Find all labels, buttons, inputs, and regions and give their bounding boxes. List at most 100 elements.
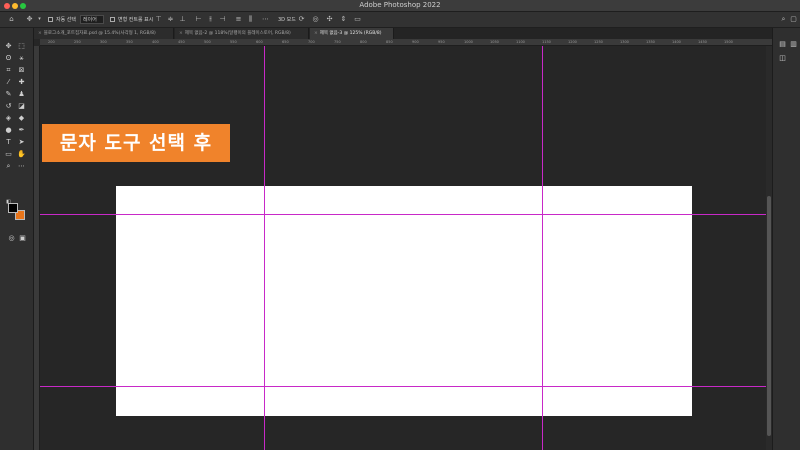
document-canvas[interactable] <box>116 186 692 416</box>
close-tab-icon[interactable]: × <box>38 31 42 36</box>
workspace-icon[interactable]: ▢ <box>790 16 797 23</box>
tab-label: 제목 없음-2 @ 118%(달팽이의 플레이스토어, RGB/8) <box>184 31 291 36</box>
pen-tool-icon[interactable]: ✒ <box>17 126 26 135</box>
ruler-tick-label: 200 <box>48 40 55 44</box>
auto-select-label: 자동 선택 <box>56 17 76 23</box>
document-tabs: × 블로그소개_포트집자료.psd @ 15.4%(사각형 1, RGB/8) ×… <box>34 28 772 39</box>
options-bar: ⌂ ✥ ▾ 자동 선택 레이어 변형 컨트롤 표시 ⊤ ≑ ⊥ ⊢ ⫲ ⊣ ≡ … <box>0 12 800 28</box>
auto-select-checkbox[interactable] <box>48 17 53 22</box>
screen-mode-icon[interactable]: ▣ <box>18 234 27 243</box>
tab-label: 제목 없음-3 @ 125% (RGB/8) <box>319 31 382 36</box>
show-transform-checkbox[interactable] <box>110 17 115 22</box>
vertical-guide[interactable] <box>264 46 265 450</box>
align-bottom-icon[interactable]: ⊥ <box>179 16 186 23</box>
dodge-tool-icon[interactable]: ● <box>4 126 13 135</box>
horizontal-guide[interactable] <box>40 214 772 215</box>
ruler-tick-label: 1050 <box>490 40 499 44</box>
search-icon[interactable]: ⌕ <box>780 16 787 23</box>
tab-document-3[interactable]: × 제목 없음-3 @ 125% (RGB/8) <box>310 28 394 39</box>
align-right-icon[interactable]: ⊣ <box>219 16 226 23</box>
eraser-tool-icon[interactable]: ◪ <box>17 102 26 111</box>
ruler-tick-label: 850 <box>386 40 393 44</box>
ruler-tick-label: 1000 <box>464 40 473 44</box>
close-tab-icon[interactable]: × <box>314 31 318 36</box>
tutorial-caption: 문자 도구 선택 후 <box>42 124 230 162</box>
ruler-tick-label: 250 <box>74 40 81 44</box>
title-bar: Adobe Photoshop 2022 <box>0 0 800 12</box>
ruler-tick-label: 1100 <box>516 40 525 44</box>
ruler-tick-label: 1150 <box>542 40 551 44</box>
paint-bucket-tool-icon[interactable]: ◈ <box>4 114 13 123</box>
window-title: Adobe Photoshop 2022 <box>359 1 441 9</box>
lasso-tool-icon[interactable]: ʘ <box>4 54 13 63</box>
distribute-horizontal-icon[interactable]: ⫼ <box>247 16 254 23</box>
layers-panel-icon[interactable]: ◫ <box>778 54 787 63</box>
show-transform-label: 변형 컨트롤 표시 <box>118 17 154 23</box>
history-panel-icon[interactable]: ▤ <box>778 40 787 49</box>
spot-healing-tool-icon[interactable]: ✚ <box>17 78 26 87</box>
vertical-guide[interactable] <box>542 46 543 450</box>
frame-tool-icon[interactable]: ⊠ <box>17 66 26 75</box>
mode-3d-label: 3D 모드 <box>278 17 296 23</box>
magic-wand-tool-icon[interactable]: ⚹ <box>17 54 26 63</box>
path-selection-tool-icon[interactable]: ➤ <box>17 138 26 147</box>
distribute-icon[interactable]: ≡ <box>235 16 242 23</box>
3d-rotate-icon[interactable]: ⟳ <box>298 16 305 23</box>
horizontal-guide[interactable] <box>40 386 772 387</box>
ruler-tick-label: 700 <box>308 40 315 44</box>
move-tool-icon[interactable]: ✥ <box>26 16 33 23</box>
align-left-icon[interactable]: ⊢ <box>195 16 202 23</box>
align-horizontal-center-icon[interactable]: ⫲ <box>207 16 214 23</box>
ruler-tick-label: 900 <box>412 40 419 44</box>
3d-roll-icon[interactable]: ◎ <box>312 16 319 23</box>
more-tools-icon[interactable]: ⋯ <box>17 162 26 171</box>
photoshop-window: Adobe Photoshop 2022 ⌂ ✥ ▾ 자동 선택 레이어 변형 … <box>0 0 800 450</box>
ruler-tick-label: 500 <box>204 40 211 44</box>
more-options-icon[interactable]: ⋯ <box>262 16 269 23</box>
ruler-tick-label: 750 <box>334 40 341 44</box>
auto-select-target-dropdown[interactable]: 레이어 <box>80 15 104 24</box>
ruler-tick-label: 1450 <box>698 40 707 44</box>
scrollbar-thumb[interactable] <box>767 196 771 436</box>
reset-colors-icon[interactable]: ◧ <box>4 198 13 207</box>
clone-stamp-tool-icon[interactable]: ♟ <box>17 90 26 99</box>
ruler-tick-label: 300 <box>100 40 107 44</box>
blur-tool-icon[interactable]: ◆ <box>17 114 26 123</box>
eyedropper-tool-icon[interactable]: ⁄ <box>4 78 13 87</box>
quick-mask-icon[interactable]: ◎ <box>7 234 16 243</box>
ruler-tick-label: 1500 <box>724 40 733 44</box>
canvas-area[interactable] <box>40 46 772 450</box>
ruler-tick-label: 800 <box>360 40 367 44</box>
zoom-tool-icon[interactable]: ⌕ <box>4 162 13 171</box>
ruler-tick-label: 400 <box>152 40 159 44</box>
ruler-tick-label: 550 <box>230 40 237 44</box>
rectangle-tool-icon[interactable]: ▭ <box>4 150 13 159</box>
crop-tool-icon[interactable]: ⌗ <box>4 66 13 75</box>
horizontal-ruler[interactable]: 200 250 300 350 400 450 500 550 600 650 700 750 800 8… <box>40 39 772 46</box>
3d-pan-icon[interactable]: ✣ <box>326 16 333 23</box>
ruler-tick-label: 1400 <box>672 40 681 44</box>
ruler-tick-label: 650 <box>282 40 289 44</box>
ruler-tick-label: 350 <box>126 40 133 44</box>
align-top-icon[interactable]: ⊤ <box>155 16 162 23</box>
panel-dock: ▤ ▥ ◫ <box>772 28 800 450</box>
tab-document-2[interactable]: × 제목 없음-2 @ 118%(달팽이의 플레이스토어, RGB/8) <box>175 28 309 39</box>
properties-panel-icon[interactable]: ▥ <box>789 40 798 49</box>
3d-scale-icon[interactable]: ▭ <box>354 16 361 23</box>
ruler-tick-label: 450 <box>178 40 185 44</box>
marquee-tool-icon[interactable]: ⬚ <box>17 42 26 51</box>
brush-tool-icon[interactable]: ✎ <box>4 90 13 99</box>
tab-document-1[interactable]: × 블로그소개_포트집자료.psd @ 15.4%(사각형 1, RGB/8) <box>34 28 174 39</box>
history-brush-tool-icon[interactable]: ↺ <box>4 102 13 111</box>
type-tool-icon[interactable]: T <box>4 138 13 147</box>
move-tool-icon[interactable]: ✥ <box>4 42 13 51</box>
3d-slide-icon[interactable]: ⇕ <box>340 16 347 23</box>
hand-tool-icon[interactable]: ✋ <box>17 150 26 159</box>
align-vertical-center-icon[interactable]: ≑ <box>167 16 174 23</box>
close-tab-icon[interactable]: × <box>179 31 183 36</box>
ruler-tick-label: 1350 <box>646 40 655 44</box>
ruler-tick-label: 600 <box>256 40 263 44</box>
ruler-tick-label: 1200 <box>568 40 577 44</box>
chevron-down-icon[interactable]: ▾ <box>36 16 43 23</box>
home-icon[interactable]: ⌂ <box>8 16 15 23</box>
